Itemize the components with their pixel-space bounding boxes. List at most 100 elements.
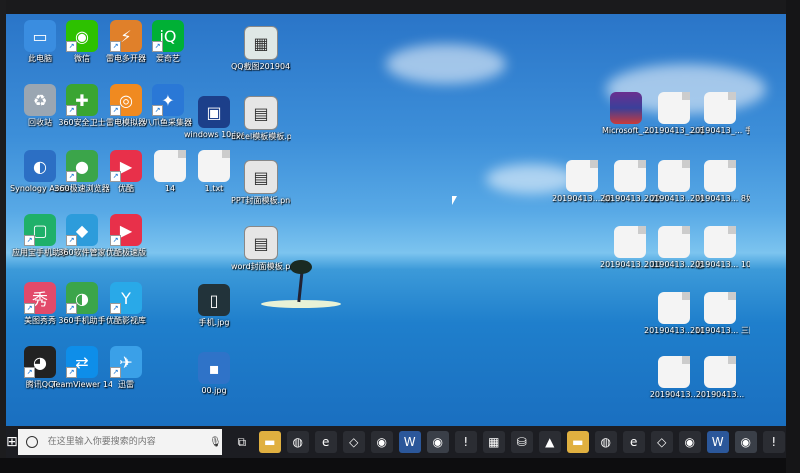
- 00jpg-icon: ▪: [198, 352, 230, 384]
- youku-2-icon: ▶ ↗: [110, 214, 142, 246]
- cortana-icon: [25, 436, 38, 448]
- taskbar-alert-icon[interactable]: !: [454, 431, 477, 453]
- taskbar-chrome-2-icon[interactable]: ◍: [594, 431, 617, 453]
- doc-c-icon: [566, 160, 598, 192]
- taskbar-wechat-tb-icon[interactable]: ◉: [426, 431, 449, 453]
- taskbar-explorer-2-icon[interactable]: ▬: [566, 431, 589, 453]
- desktop-icon-iqiyi[interactable]: iQ ↗ 爱奇艺: [138, 20, 198, 64]
- wechat-icon: ◉ ↗: [66, 20, 98, 52]
- island: [261, 300, 341, 308]
- desktop-icon-label: 优酷影视库: [106, 316, 146, 325]
- desktop-icon-doc-b[interactable]: 20190413_... 手机怎么...: [690, 92, 750, 136]
- shortcut-arrow-icon: ↗: [152, 41, 163, 52]
- shortcut-arrow-icon: ↗: [110, 367, 121, 378]
- shortcut-arrow-icon: ↗: [110, 303, 121, 314]
- desktop-icon-doc-i[interactable]: 20190413... 10国家卫...: [690, 226, 750, 270]
- palm-tree-leaves: [290, 260, 312, 274]
- taskbar: ⊞ 🎙 ⧉▬◍e◇◉W◉!▦⛁▲▬◍e◇◉W◉!: [6, 426, 786, 458]
- desktop-icon-label: 爱奇艺: [156, 54, 180, 63]
- desktop-icon-youku-2[interactable]: ▶ ↗ 优酷极速版: [96, 214, 156, 258]
- taskbar-tv-icon[interactable]: ◉: [370, 431, 393, 453]
- doc-a-icon: [658, 92, 690, 124]
- doc-d-icon: [614, 160, 646, 192]
- monitor-bezel-bottom: [0, 458, 800, 473]
- desktop-icon-label: 手机.jpg: [198, 318, 230, 327]
- taskbar-alert-2-icon[interactable]: !: [762, 431, 785, 453]
- taskbar-photos-icon[interactable]: ▲: [538, 431, 561, 453]
- desktop-icon-label: QQ截图20190413...: [231, 62, 291, 71]
- taskbar-tv-2-icon[interactable]: ◉: [678, 431, 701, 453]
- shortcut-arrow-icon: ↗: [24, 235, 35, 246]
- microphone-icon[interactable]: 🎙: [209, 437, 222, 448]
- doc-m-icon: [704, 356, 736, 388]
- xunlei-icon: ✈ ↗: [110, 346, 142, 378]
- desktop-icon-youku-video[interactable]: Y ↗ 优酷影视库: [96, 282, 156, 326]
- desktop-icon-label: 迅雷: [118, 380, 134, 389]
- desktop-icon-doc-f[interactable]: 20190413... 8如何修改...: [690, 160, 750, 204]
- doc-g-icon: [614, 226, 646, 258]
- desktop-icon-ppt-template[interactable]: ▤ PPT封面模板.png: [231, 160, 291, 206]
- desktop-icon-00jpg[interactable]: ▪ 00.jpg: [184, 352, 244, 396]
- desktop-icon-label: PPT封面模板.png: [231, 196, 291, 205]
- start-button[interactable]: ⊞: [6, 426, 18, 458]
- doc-f-icon: [704, 160, 736, 192]
- taskbar-word-2-icon[interactable]: W: [706, 431, 729, 453]
- winrar-icon: [610, 92, 642, 124]
- doc-j-icon: [658, 292, 690, 324]
- phone-jpg-icon: ▯: [198, 284, 230, 316]
- 360-soft-icon: ◆ ↗: [66, 214, 98, 246]
- teamviewer-icon: ⇄ ↗: [66, 346, 98, 378]
- desktop-icon-doc-k[interactable]: 20190413... 三国志201...: [690, 292, 750, 336]
- search-box[interactable]: 🎙: [17, 429, 222, 455]
- desktop-icon-word-template[interactable]: ▤ word封面模板.png: [231, 226, 291, 272]
- taskbar-buttons: ⧉ ▬ ◍ e ◇ ◉ W ◉! ▦ ⛁ ▲ ▬ ◍ e ◇ ◉ W ◉!: [228, 431, 788, 453]
- taskbar-task-view-icon[interactable]: ⧉: [230, 431, 253, 453]
- desktop-icon-label: 00.jpg: [201, 386, 227, 395]
- doc-b-icon: [704, 92, 736, 124]
- taskbar-chrome-icon[interactable]: ◍: [286, 431, 309, 453]
- 360-safe-icon: ✚ ↗: [66, 84, 98, 116]
- doc-e-icon: [658, 160, 690, 192]
- monitor-screen: ▭此电脑◉↗微信⚡↗雷电多开器iQ↗爱奇艺▦QQ截图20190413...♻回收…: [0, 0, 800, 473]
- taskbar-network-icon[interactable]: ⛁: [510, 431, 533, 453]
- youku-video-icon: Y ↗: [110, 282, 142, 314]
- desktop-icon-xunlei[interactable]: ✈ ↗ 迅雷: [96, 346, 156, 390]
- taskbar-wechat-tb-2-icon[interactable]: ◉: [734, 431, 757, 453]
- taskbar-store-icon[interactable]: ▦: [482, 431, 505, 453]
- doc-h-icon: [658, 226, 690, 258]
- desktop-icon-label: 20190413... 8如何修改...: [690, 194, 750, 203]
- windows-logo-icon: ⊞: [6, 434, 18, 450]
- taskbar-app-blue-2-icon[interactable]: ◇: [650, 431, 673, 453]
- desktop-icon-phone-jpg[interactable]: ▯ 手机.jpg: [184, 284, 244, 328]
- taskbar-ie-2-icon[interactable]: e: [622, 431, 645, 453]
- desktop-icon-label: word封面模板.png: [231, 262, 291, 271]
- shortcut-arrow-icon: ↗: [66, 105, 77, 116]
- search-input[interactable]: [45, 436, 210, 448]
- shortcut-arrow-icon: ↗: [66, 171, 77, 182]
- taskbar-app-blue-icon[interactable]: ◇: [342, 431, 365, 453]
- desktop-icon-excel-template[interactable]: ▤ Excel模板模板.png: [231, 96, 291, 142]
- desktop-icon-label: 20190413...: [695, 390, 745, 399]
- shortcut-arrow-icon: ↗: [66, 41, 77, 52]
- desktop-icon-label: 优酷极速版: [106, 248, 146, 257]
- doc-i-icon: [704, 226, 736, 258]
- iqiyi-icon: iQ ↗: [152, 20, 184, 52]
- desktop-icon-doc-m[interactable]: 20190413...: [690, 356, 750, 400]
- taskbar-ie-icon[interactable]: e: [314, 431, 337, 453]
- excel-template-icon: ▤: [244, 96, 278, 130]
- monitor-bezel-top: [0, 0, 800, 14]
- youku-1-icon: ▶ ↗: [110, 150, 142, 182]
- bagua-icon: ✦ ↗: [152, 84, 184, 116]
- desktop-icon-label: 20190413_... 手机怎么...: [690, 126, 750, 135]
- taskbar-explorer-icon[interactable]: ▬: [258, 431, 281, 453]
- shortcut-arrow-icon: ↗: [110, 105, 121, 116]
- taskbar-word-icon[interactable]: W: [398, 431, 421, 453]
- palm-tree-trunk: [297, 269, 304, 303]
- shortcut-arrow-icon: ↗: [24, 303, 35, 314]
- doc-l-icon: [658, 356, 690, 388]
- file-1txt-icon: [198, 150, 230, 182]
- desktop-icon-qq-screenshot[interactable]: ▦ QQ截图20190413...: [231, 26, 291, 72]
- shortcut-arrow-icon: ↗: [110, 171, 121, 182]
- ppt-template-icon: ▤: [244, 160, 278, 194]
- shortcut-arrow-icon: ↗: [66, 235, 77, 246]
